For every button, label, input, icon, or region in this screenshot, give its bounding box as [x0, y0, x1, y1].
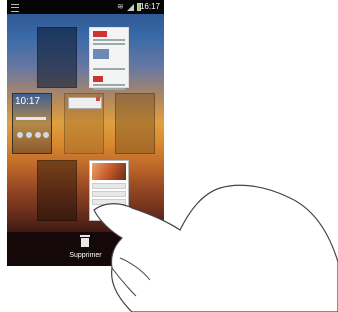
hand-gesture-illustration — [93, 184, 338, 312]
